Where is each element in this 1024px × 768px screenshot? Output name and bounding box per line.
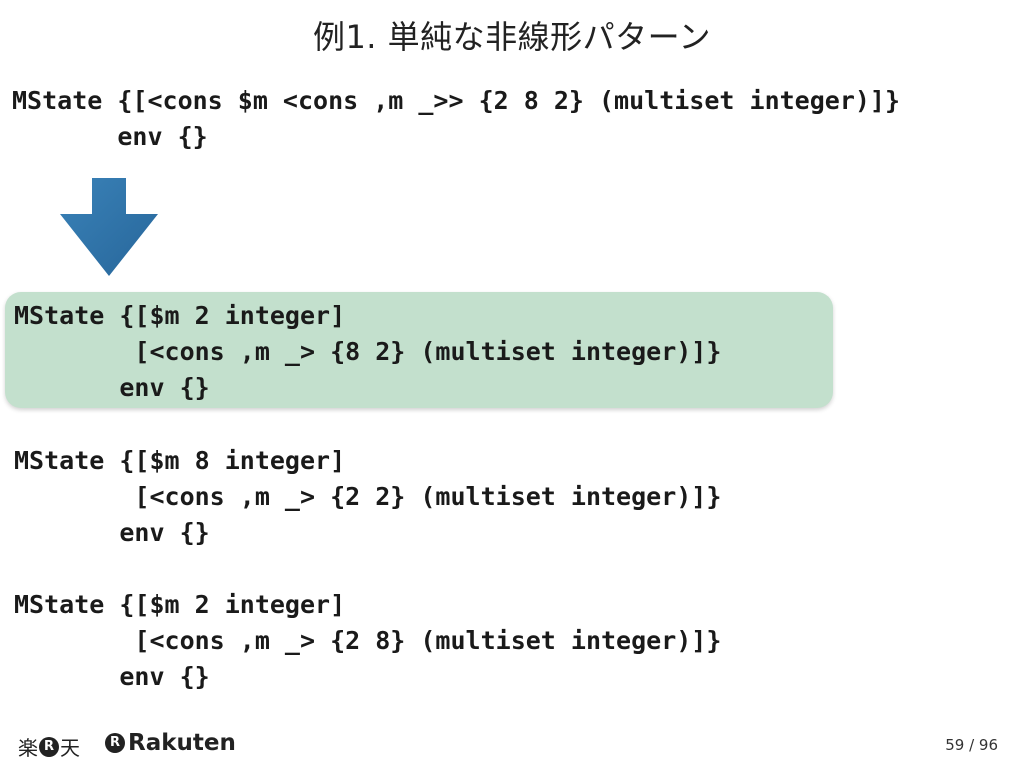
code-block-match-2: MState {[$m 8 integer] [<cons ,m _> {2 2…: [14, 443, 721, 551]
code-line: MState {[<cons $m <cons ,m _>> {2 8 2} (…: [12, 86, 901, 115]
code-line: env {}: [14, 373, 210, 402]
down-arrow-icon: [58, 176, 160, 282]
slide-title: 例1. 単純な非線形パターン: [312, 18, 712, 56]
code-line: env {}: [14, 518, 210, 547]
code-line: [<cons ,m _> {2 2} (multiset integer)]}: [14, 482, 722, 511]
r-badge-icon: R: [39, 736, 59, 757]
rakuten-logo-en: R Rakuten: [104, 730, 236, 756]
code-line: env {}: [12, 122, 208, 151]
code-line: [<cons ,m _> {2 8} (multiset integer)]}: [14, 626, 722, 655]
code-line: [<cons ,m _> {8 2} (multiset integer)]}: [14, 337, 722, 366]
logo-char: 楽: [18, 736, 38, 760]
logo-text: Rakuten: [128, 730, 236, 756]
code-line: MState {[$m 8 integer]: [14, 446, 346, 475]
code-line: env {}: [14, 662, 210, 691]
rakuten-logo-jp: 楽 R 天: [18, 732, 80, 761]
code-line: MState {[$m 2 integer]: [14, 301, 346, 330]
code-block-initial: MState {[<cons $m <cons ,m _>> {2 8 2} (…: [12, 83, 900, 155]
logo-char: 天: [60, 736, 80, 760]
page-number: 59 / 96: [945, 736, 998, 754]
r-badge-icon: R: [105, 733, 125, 753]
code-block-match-1: MState {[$m 2 integer] [<cons ,m _> {8 2…: [14, 298, 721, 406]
code-line: MState {[$m 2 integer]: [14, 590, 346, 619]
code-block-match-3: MState {[$m 2 integer] [<cons ,m _> {2 8…: [14, 587, 721, 695]
